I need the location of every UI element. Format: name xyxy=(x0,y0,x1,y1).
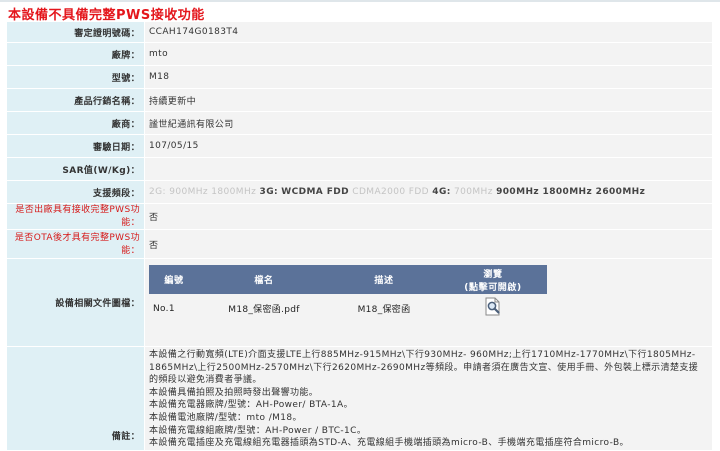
row-manufacturer: 廠商： 謐世紀通訊有限公司 xyxy=(7,112,712,135)
document-id: No.1 xyxy=(149,294,199,323)
bands-label: 支援頻段： xyxy=(7,181,145,203)
row-bands: 支援頻段： 2G: 900MHz 1800MHz 3G: WCDMA FDD C… xyxy=(7,181,712,204)
marketing-name-value: 持續更新中 xyxy=(145,89,712,111)
row-model: 型號： M18 xyxy=(7,66,712,89)
header-view-subtitle: (點擊可開啟) xyxy=(464,282,522,293)
row-sar: SAR值(W/Kg)： xyxy=(7,158,712,181)
remarks-label: 備註： xyxy=(7,347,145,450)
remarks-line: 本設備充電器廠牌/型號：AH-Power/ BTA-1A。 xyxy=(149,400,353,411)
header-description: 描述 xyxy=(329,265,439,294)
document-row: No.1 M18_保密函.pdf M18_保密函 xyxy=(149,294,547,323)
band-3g-wcdma: WCDMA FDD xyxy=(281,187,349,197)
model-label: 型號： xyxy=(7,66,145,88)
document-view-cell xyxy=(439,294,547,323)
documents-table: 編號 檔名 描述 瀏覽 (點擊可開啟) No.1 M18_保密函.pdf M18… xyxy=(149,265,547,323)
model-value: M18 xyxy=(145,66,712,88)
documents-label: 設備相關文件圖檔： xyxy=(7,259,145,346)
pws-notice-title: 本設備不具備完整PWS接收功能 xyxy=(8,8,205,23)
band-3g-cdma: CDMA2000 FDD xyxy=(352,187,430,197)
magnifier-document-icon[interactable] xyxy=(483,297,503,320)
bands-value: 2G: 900MHz 1800MHz 3G: WCDMA FDD CDMA200… xyxy=(145,181,712,203)
row-approval-no: 審定證明號碼： CCAH174G0183T4 xyxy=(7,22,712,43)
band-4g-active: 900MHz 1800MHz 2600MHz xyxy=(496,187,646,197)
row-documents: 設備相關文件圖檔： 編號 檔名 描述 瀏覽 (點擊可開啟) No.1 M18_保… xyxy=(7,259,712,347)
ota-pws-value: 否 xyxy=(145,230,712,258)
header-view: 瀏覽 (點擊可開啟) xyxy=(439,265,547,294)
band-3g-label: 3G: xyxy=(259,187,278,197)
documents-header-row: 編號 檔名 描述 瀏覽 (點擊可開啟) xyxy=(149,265,547,294)
document-description: M18_保密函 xyxy=(329,294,439,323)
sar-value xyxy=(145,158,712,180)
row-marketing-name: 產品行銷名稱： 持續更新中 xyxy=(7,89,712,112)
remarks-line: 本設備充電插座及充電線組充電器插頭為STD-A、充電線組手機端插頭為micro-… xyxy=(149,438,629,449)
approval-date-value: 107/05/15 xyxy=(145,135,712,157)
device-approval-page: 本設備不具備完整PWS接收功能 審定證明號碼： CCAH174G0183T4 廠… xyxy=(0,0,720,451)
device-info-table: 審定證明號碼： CCAH174G0183T4 廠牌： mto 型號： M18 產… xyxy=(7,22,712,451)
header-view-title: 瀏覽 xyxy=(483,269,503,280)
factory-pws-label: 是否出廠具有接收完整PWS功能： xyxy=(7,204,145,229)
factory-pws-value: 否 xyxy=(145,204,712,229)
approval-date-label: 審驗日期： xyxy=(7,135,145,157)
row-factory-pws: 是否出廠具有接收完整PWS功能： 否 xyxy=(7,204,712,230)
row-approval-date: 審驗日期： 107/05/15 xyxy=(7,135,712,158)
remarks-value: 本設備之行動寬頻(LTE)介面支援LTE上行885MHz-915MHz\下行93… xyxy=(145,347,712,450)
document-filename: M18_保密函.pdf xyxy=(199,294,329,323)
header-id: 編號 xyxy=(149,265,199,294)
row-remarks: 備註： 本設備之行動寬頻(LTE)介面支援LTE上行885MHz-915MHz\… xyxy=(7,347,712,451)
documents-value: 編號 檔名 描述 瀏覽 (點擊可開啟) No.1 M18_保密函.pdf M18… xyxy=(145,259,712,346)
ota-pws-label: 是否OTA後才具有完整PWS功能： xyxy=(7,230,145,258)
remarks-line: 本設備電池廠牌/型號：mto /M18。 xyxy=(149,412,302,423)
brand-label: 廠牌： xyxy=(7,43,145,65)
marketing-name-label: 產品行銷名稱： xyxy=(7,89,145,111)
manufacturer-label: 廠商： xyxy=(7,112,145,134)
band-4g-label: 4G: xyxy=(432,187,451,197)
header-filename: 檔名 xyxy=(199,265,329,294)
sar-label: SAR值(W/Kg)： xyxy=(7,158,145,180)
manufacturer-value: 謐世紀通訊有限公司 xyxy=(145,112,712,134)
band-2g-value: 900MHz 1800MHz xyxy=(169,187,257,197)
band-4g-inactive: 700MHz xyxy=(454,187,493,197)
remarks-line: 本設備具備拍照及拍照時發出聲響功能。 xyxy=(149,387,319,398)
row-ota-pws: 是否OTA後才具有完整PWS功能： 否 xyxy=(7,230,712,259)
remarks-line: 本設備充電線組廠牌/型號：AH-Power / BTC-1C。 xyxy=(149,425,367,436)
brand-value: mto xyxy=(145,43,712,65)
approval-no-value: CCAH174G0183T4 xyxy=(145,22,712,42)
top-divider xyxy=(0,0,720,2)
row-brand: 廠牌： mto xyxy=(7,43,712,66)
band-2g-label: 2G: xyxy=(149,187,166,197)
approval-no-label: 審定證明號碼： xyxy=(7,22,145,42)
remarks-main-text: 本設備之行動寬頻(LTE)介面支援LTE上行885MHz-915MHz\下行93… xyxy=(149,350,699,386)
